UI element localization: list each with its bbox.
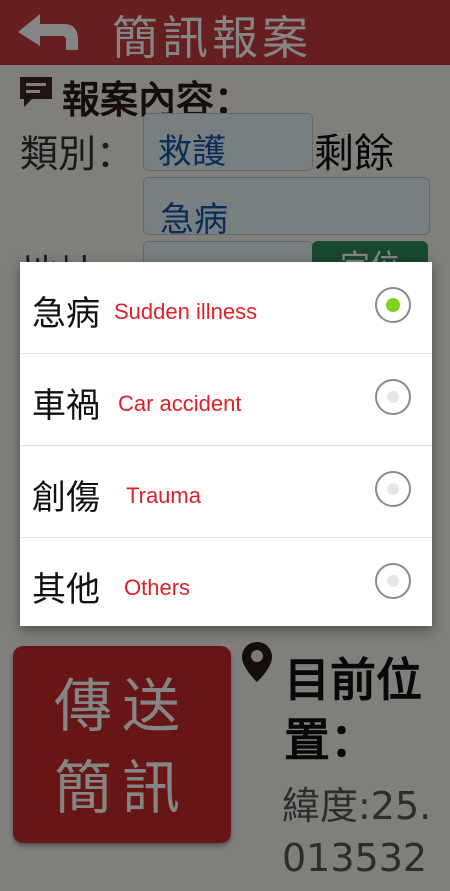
- subcategory-dialog: 急病 Sudden illness 車禍 Car accident 創傷 Tra…: [20, 262, 432, 626]
- option-label: 其他: [32, 570, 100, 610]
- radio-unselected-icon[interactable]: [374, 378, 412, 416]
- option-label: 急病: [32, 294, 100, 334]
- option-translation: Sudden illness: [114, 299, 258, 324]
- radio-unselected-icon[interactable]: [374, 470, 412, 508]
- option-label: 車禍: [32, 386, 100, 426]
- radio-unselected-icon[interactable]: [374, 562, 412, 600]
- option-sudden-illness[interactable]: 急病 Sudden illness: [20, 262, 432, 354]
- option-translation: Others: [124, 575, 191, 600]
- option-label: 創傷: [32, 478, 100, 518]
- option-car-accident[interactable]: 車禍 Car accident: [20, 354, 432, 446]
- option-translation: Trauma: [126, 483, 201, 508]
- option-others[interactable]: 其他 Others: [20, 538, 432, 629]
- option-trauma[interactable]: 創傷 Trauma: [20, 446, 432, 538]
- option-translation: Car accident: [118, 391, 242, 416]
- radio-selected-icon[interactable]: [374, 286, 412, 324]
